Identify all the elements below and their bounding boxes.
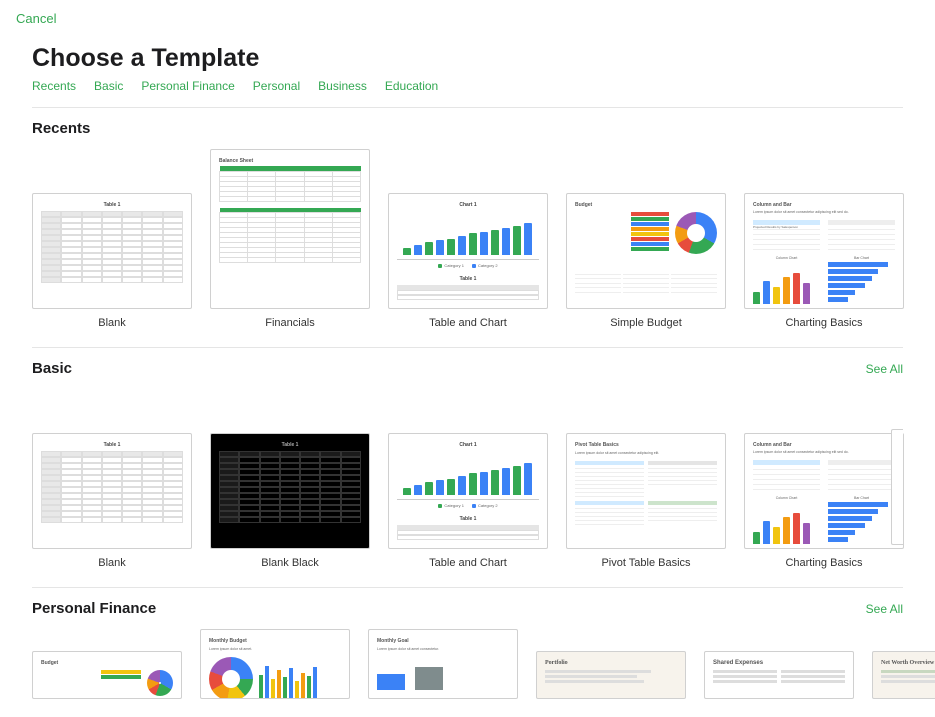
tab-basic[interactable]: Basic	[94, 79, 123, 93]
cancel-button[interactable]: Cancel	[16, 11, 56, 26]
template-blank-black[interactable]: Table 1 Blank Black	[210, 389, 370, 569]
thumbnail: Table 1	[210, 433, 370, 549]
pie-chart-icon	[209, 657, 253, 699]
category-tabs: Recents Basic Personal Finance Personal …	[0, 79, 935, 107]
template-label: Charting Basics	[744, 557, 904, 569]
thumbnail: Net Worth Overview	[872, 651, 935, 699]
thumbnail: Monthly Goal Lorem ipsum dolor sit amet …	[368, 629, 518, 699]
template-monthly-budget[interactable]: Monthly Budget Lorem ipsum dolor sit ame…	[200, 629, 350, 699]
page-title: Choose a Template	[0, 28, 935, 79]
template-pivot-table-basics[interactable]: Pivot Table Basics Lorem ipsum dolor sit…	[566, 389, 726, 569]
tab-personal[interactable]: Personal	[253, 79, 300, 93]
section-title-basic: Basic	[32, 360, 72, 377]
template-simple-budget[interactable]: Budget	[566, 149, 726, 329]
donut-chart-icon	[675, 212, 717, 254]
template-charting-basics[interactable]: Column and Bar Lorem ipsum dolor sit ame…	[744, 149, 904, 329]
overflow-peek	[891, 429, 903, 545]
thumbnail: Table 1	[32, 433, 192, 549]
template-label: Financials	[210, 317, 370, 329]
template-monthly-goal[interactable]: Monthly Goal Lorem ipsum dolor sit amet …	[368, 629, 518, 699]
template-label: Charting Basics	[744, 317, 904, 329]
template-label: Blank	[32, 317, 192, 329]
thumbnail: Pivot Table Basics Lorem ipsum dolor sit…	[566, 433, 726, 549]
thumbnail: Budget	[32, 651, 182, 699]
thumbnail: Monthly Budget Lorem ipsum dolor sit ame…	[200, 629, 350, 699]
template-table-and-chart[interactable]: Chart 1 Category 1Category 2 Table 1 Tab…	[388, 389, 548, 569]
template-table-and-chart[interactable]: Chart 1 Category 1Category 2 Table 1 Tab…	[388, 149, 548, 329]
thumbnail: Balance Sheet	[210, 149, 370, 309]
template-portfolio[interactable]: Portfolio	[536, 629, 686, 699]
thumbnail: Budget	[566, 193, 726, 309]
thumbnail: Shared Expenses	[704, 651, 854, 699]
section-title-recents: Recents	[32, 120, 90, 137]
template-label: Pivot Table Basics	[566, 557, 726, 569]
thumbnail: Chart 1 Category 1Category 2 Table 1	[388, 433, 548, 549]
tab-education[interactable]: Education	[385, 79, 438, 93]
thumbnail: Table 1	[32, 193, 192, 309]
template-simple-budget[interactable]: Budget	[32, 629, 182, 699]
template-blank[interactable]: Table 1 Blank	[32, 149, 192, 329]
template-net-worth[interactable]: Net Worth Overview	[872, 629, 935, 699]
template-label: Blank Black	[210, 557, 370, 569]
tab-business[interactable]: Business	[318, 79, 367, 93]
thumbnail: Column and Bar Lorem ipsum dolor sit ame…	[744, 193, 904, 309]
thumbnail: Column and Bar Lorem ipsum dolor sit ame…	[744, 433, 904, 549]
see-all-personal-finance[interactable]: See All	[866, 602, 903, 616]
template-label: Simple Budget	[566, 317, 726, 329]
template-label: Table and Chart	[388, 317, 548, 329]
see-all-basic[interactable]: See All	[866, 362, 903, 376]
tab-recents[interactable]: Recents	[32, 79, 76, 93]
template-financials[interactable]: Balance Sheet Financials	[210, 149, 370, 329]
template-label: Blank	[32, 557, 192, 569]
template-label: Table and Chart	[388, 557, 548, 569]
section-title-personal-finance: Personal Finance	[32, 600, 156, 617]
template-shared-expenses[interactable]: Shared Expenses	[704, 629, 854, 699]
thumbnail: Chart 1 Category 1Category 2 Table 1	[388, 193, 548, 309]
tab-personal-finance[interactable]: Personal Finance	[141, 79, 234, 93]
thumbnail: Portfolio	[536, 651, 686, 699]
template-blank[interactable]: Table 1 Blank	[32, 389, 192, 569]
donut-chart-icon	[147, 670, 173, 696]
template-charting-basics[interactable]: Column and Bar Lorem ipsum dolor sit ame…	[744, 389, 904, 569]
